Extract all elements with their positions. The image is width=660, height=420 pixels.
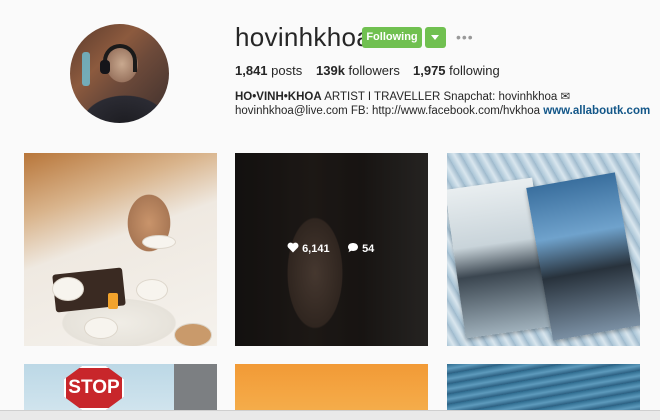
bio-description: ARTIST I TRAVELLER Snapchat: hovinhkhoa …: [321, 91, 571, 103]
post-thumbnail-3[interactable]: [447, 153, 640, 346]
post-thumbnail-2[interactable]: 6,141 54: [235, 153, 428, 346]
profile-username: hovinhkhoa: [235, 22, 371, 52]
follow-options-button[interactable]: [425, 27, 446, 48]
followers-count[interactable]: 139k followers: [316, 63, 400, 78]
following-count[interactable]: 1,975 following: [413, 63, 500, 78]
stop-sign: STOP: [64, 366, 124, 410]
posts-count-value: 1,841: [235, 63, 268, 78]
avatar-headphone-cup-shape: [100, 60, 110, 74]
post-thumbnail-1[interactable]: [24, 153, 217, 346]
website-link[interactable]: www.allaboutk.com: [543, 105, 650, 117]
comment-icon: [348, 243, 358, 253]
plate-shape: [84, 317, 118, 339]
pastry-plate-shape: [174, 323, 212, 346]
comments-stat: 54: [347, 242, 374, 255]
juice-glass-shape: [108, 293, 118, 309]
following-button[interactable]: Following: [362, 27, 422, 48]
chevron-down-icon: [431, 35, 439, 40]
likes-stat: 6,141: [287, 242, 330, 255]
bio-contact: hovinhkhoa@live.com FB: http://www.faceb…: [235, 105, 544, 117]
profile-avatar: [70, 24, 169, 123]
plate-shape: [52, 277, 84, 301]
more-options-icon[interactable]: •••: [456, 29, 474, 45]
plate-shape: [142, 235, 176, 249]
bio-full-name: HO•VINH•KHOA: [235, 91, 322, 103]
posts-count-label: posts: [271, 63, 303, 78]
following-count-label: following: [449, 63, 500, 78]
followers-count-label: followers: [348, 63, 400, 78]
following-count-value: 1,975: [413, 63, 446, 78]
avatar-bottle-shape: [82, 52, 90, 86]
likes-count: 6,141: [302, 243, 330, 255]
bio-line-2: hovinhkhoa@live.com FB: http://www.faceb…: [235, 105, 650, 117]
posts-count: 1,841 posts: [235, 63, 302, 78]
bio-line-1: HO•VINH•KHOA ARTIST I TRAVELLER Snapchat…: [235, 89, 570, 103]
comments-count: 54: [362, 243, 375, 255]
followers-count-value: 139k: [316, 63, 345, 78]
heart-icon: [287, 242, 299, 253]
hover-overlay: [235, 153, 428, 346]
plate-shape: [136, 279, 168, 301]
